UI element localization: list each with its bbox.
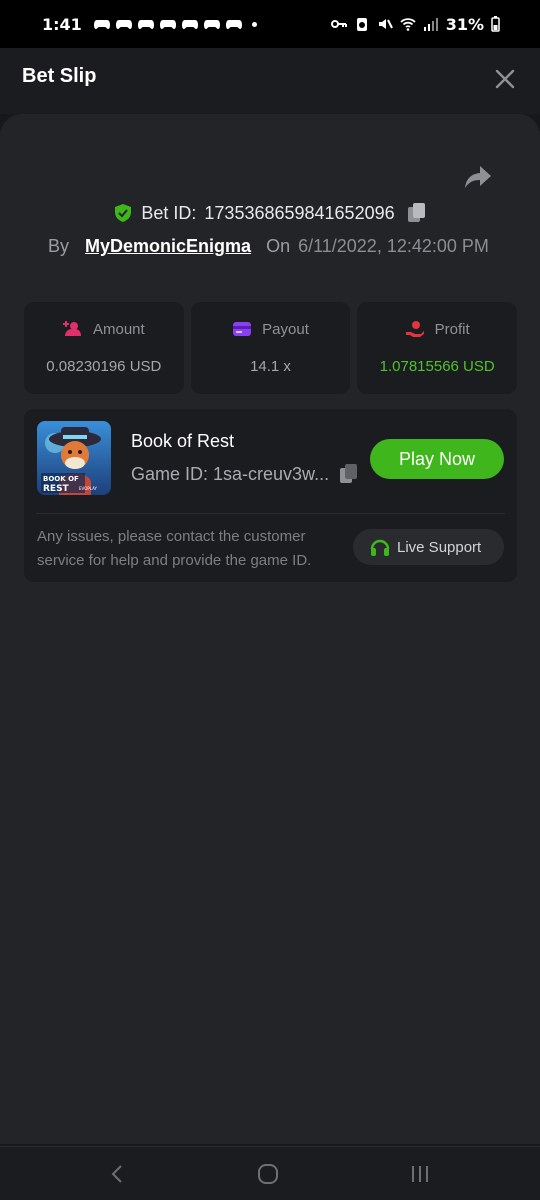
verified-shield-icon bbox=[115, 204, 132, 222]
copy-icon[interactable] bbox=[339, 463, 359, 485]
wifi-icon bbox=[400, 18, 416, 31]
game-controller-icon bbox=[225, 20, 242, 29]
game-id-row: Game ID: 1sa-creuv3w... bbox=[131, 463, 359, 485]
mute-icon bbox=[378, 19, 393, 29]
alarm-icon bbox=[356, 18, 367, 31]
stat-label: Payout bbox=[262, 320, 309, 338]
game-name: Book of Rest bbox=[131, 431, 235, 451]
bet-id-value: 1735368659841652096 bbox=[204, 202, 395, 223]
by-label: By bbox=[48, 236, 70, 256]
stat-card-amount: Amount 0.08230196 USD bbox=[24, 302, 184, 394]
stat-value-amount: 0.08230196 USD bbox=[46, 358, 162, 375]
signal-icon bbox=[423, 18, 438, 31]
stat-value-profit: 1.07815566 USD bbox=[379, 358, 495, 375]
page-title: Bet Slip bbox=[22, 65, 97, 87]
username-link[interactable]: MyDemonicEnigma bbox=[85, 236, 251, 257]
live-support-label: Live Support bbox=[397, 538, 482, 556]
thumb-title-bottom: REST bbox=[43, 484, 70, 494]
battery-icon bbox=[491, 16, 500, 32]
thumb-brand: EVOPLAY bbox=[79, 486, 98, 491]
divider bbox=[36, 513, 505, 514]
game-controller-icon bbox=[137, 20, 154, 29]
header: Bet Slip bbox=[0, 48, 540, 114]
status-time: 1:41 bbox=[42, 14, 82, 34]
game-controller-icon bbox=[93, 20, 110, 29]
copy-icon[interactable] bbox=[407, 202, 427, 224]
back-icon[interactable] bbox=[110, 1163, 124, 1185]
game-thumbnail[interactable]: BOOK OF REST EVOPLAY bbox=[37, 421, 111, 495]
notification-icons bbox=[93, 18, 257, 30]
recent-apps-icon[interactable] bbox=[410, 1163, 430, 1185]
live-support-button[interactable]: Live Support bbox=[353, 529, 504, 565]
bet-owner-row: By MyDemonicEnigma On 6/11/2022, 12:42:0… bbox=[48, 236, 489, 257]
close-icon[interactable] bbox=[494, 68, 516, 90]
stat-value-payout: 14.1 x bbox=[250, 358, 291, 375]
bet-date: 6/11/2022, 12:42:00 PM bbox=[298, 236, 489, 256]
stat-card-profit: Profit 1.07815566 USD bbox=[357, 302, 518, 394]
game-controller-icon bbox=[159, 20, 176, 29]
stat-card-payout: Payout 14.1 x bbox=[190, 302, 351, 394]
game-card: BOOK OF REST EVOPLAY Book of Rest Game I… bbox=[24, 409, 517, 582]
bet-id-row: Bet ID: 1735368659841652096 bbox=[0, 202, 540, 224]
more-notifications-dot bbox=[251, 21, 257, 27]
game-controller-icon bbox=[181, 20, 198, 29]
play-now-button[interactable]: Play Now bbox=[370, 439, 504, 479]
key-icon bbox=[330, 20, 347, 28]
thumb-title-top: BOOK OF bbox=[43, 475, 79, 483]
battery-percent: 31% bbox=[445, 14, 484, 34]
home-icon[interactable] bbox=[257, 1163, 279, 1185]
headset-icon bbox=[370, 539, 390, 556]
game-id: Game ID: 1sa-creuv3w... bbox=[131, 463, 330, 484]
card-icon bbox=[233, 322, 252, 336]
bet-slip-sheet: Bet ID: 1735368659841652096 By MyDemonic… bbox=[0, 114, 540, 1144]
game-controller-icon bbox=[203, 20, 220, 29]
stats-row: Amount 0.08230196 USD Payout 14.1 x Prof… bbox=[24, 302, 518, 394]
on-label: On bbox=[266, 236, 291, 256]
bet-id-label: Bet ID: bbox=[141, 202, 197, 223]
stat-label: Amount bbox=[92, 320, 145, 338]
game-controller-icon bbox=[115, 20, 132, 29]
share-icon[interactable] bbox=[464, 164, 492, 190]
system-nav-bar bbox=[0, 1146, 540, 1200]
amount-icon bbox=[62, 321, 81, 336]
stat-label: Profit bbox=[434, 320, 470, 338]
status-right: 31% bbox=[330, 14, 500, 34]
support-message: Any issues, please contact the customer … bbox=[37, 528, 312, 569]
profit-hand-icon bbox=[405, 321, 424, 337]
status-bar: 1:41 31% bbox=[0, 0, 540, 48]
